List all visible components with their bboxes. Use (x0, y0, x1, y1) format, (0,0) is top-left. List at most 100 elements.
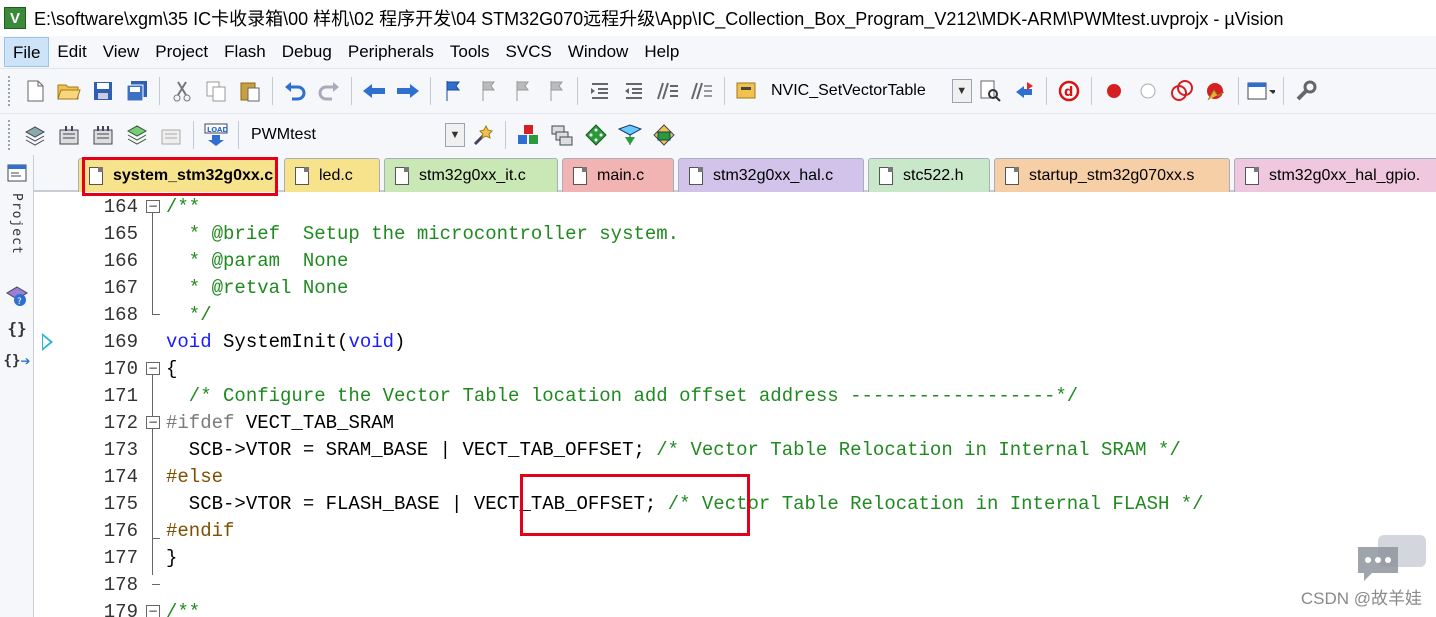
project-window-icon[interactable] (3, 159, 31, 187)
line-number: 167 (103, 277, 138, 299)
tab-stm32g0xx-hal-gpio[interactable]: stm32g0xx_hal_gpio. (1234, 158, 1436, 192)
menu-view[interactable]: View (95, 37, 148, 67)
file-icon (395, 166, 409, 185)
batch-build-icon[interactable] (123, 121, 151, 149)
save-all-icon[interactable] (123, 77, 151, 105)
indent-icon[interactable] (586, 77, 614, 105)
translate-icon[interactable] (21, 121, 49, 149)
menu-flash[interactable]: Flash (216, 37, 274, 67)
target-combo[interactable]: PWMtest ▼ (244, 121, 466, 149)
bookmark-prev-icon[interactable] (473, 77, 501, 105)
bookmark-next-icon[interactable] (507, 77, 535, 105)
select-packs-icon[interactable] (582, 121, 610, 149)
comment-icon[interactable] (654, 77, 682, 105)
debug-session-icon[interactable]: d (1055, 77, 1083, 105)
breakpoint-disable-all-icon[interactable] (1168, 77, 1196, 105)
code-line[interactable]: 177} (34, 545, 1436, 572)
build-icon[interactable] (55, 121, 83, 149)
nav-back-icon[interactable] (360, 77, 388, 105)
file-extensions-icon[interactable] (548, 121, 576, 149)
fold-toggle[interactable]: − (146, 200, 160, 213)
project-side-panel: Project ? {} {} ➔ (0, 155, 34, 617)
code-token: #ifdef (166, 412, 235, 434)
menu-project[interactable]: Project (147, 37, 216, 67)
menu-peripherals[interactable]: Peripherals (340, 37, 442, 67)
project-tab-label[interactable]: Project (9, 193, 24, 255)
code-line[interactable]: 171 /* Configure the Vector Table locati… (34, 383, 1436, 410)
tab-main-c[interactable]: main.c (562, 158, 674, 192)
menu-tools[interactable]: Tools (442, 37, 498, 67)
code-line[interactable]: 179 /** (34, 599, 1436, 617)
find-in-files-icon[interactable] (733, 77, 761, 105)
tab-stm32g0xx-it-c[interactable]: stm32g0xx_it.c (384, 158, 558, 192)
code-line[interactable]: 167 * @retval None (34, 275, 1436, 302)
undo-icon[interactable] (281, 77, 309, 105)
bookmark-set-icon[interactable] (439, 77, 467, 105)
save-icon[interactable] (89, 77, 117, 105)
breakpoint-insert-icon[interactable] (1100, 77, 1128, 105)
redo-icon[interactable] (315, 77, 343, 105)
code-line[interactable]: 166 * @param None (34, 248, 1436, 275)
templates-icon[interactable]: {} ➔ (3, 347, 31, 375)
nav-forward-icon[interactable] (394, 77, 422, 105)
fold-toggle[interactable]: − (146, 416, 160, 429)
code-line[interactable]: 170 { (34, 356, 1436, 383)
title-bar: V E:\software\xgm\35 IC卡收录箱\00 样机\02 程序开… (0, 0, 1436, 36)
event-recorder-icon[interactable] (650, 121, 678, 149)
menu-svcs[interactable]: SVCS (498, 37, 560, 67)
pack-installer-icon[interactable] (616, 121, 644, 149)
menu-edit[interactable]: Edit (49, 37, 94, 67)
functions-icon[interactable]: {} (3, 315, 31, 343)
code-line[interactable]: 173 SCB->VTOR = SRAM_BASE | VECT_TAB_OFF… (34, 437, 1436, 464)
code-line[interactable]: 178 (34, 572, 1436, 599)
new-file-icon[interactable] (21, 77, 49, 105)
breakpoint-disable-icon[interactable] (1134, 77, 1162, 105)
target-options-icon[interactable] (469, 121, 497, 149)
download-icon[interactable]: LOAD (202, 121, 230, 149)
chevron-down-icon[interactable]: ▼ (951, 79, 972, 103)
code-line[interactable]: 172 #ifdef VECT_TAB_SRAM (34, 410, 1436, 437)
code-line[interactable]: 164 /** (34, 194, 1436, 221)
menu-help[interactable]: Help (636, 37, 687, 67)
tab-stm32g0xx-hal-c[interactable]: stm32g0xx_hal.c (678, 158, 864, 192)
menu-window[interactable]: Window (560, 37, 636, 67)
code-text: #endif (166, 518, 234, 545)
chevron-down-icon[interactable]: ▼ (445, 122, 465, 147)
unindent-icon[interactable] (620, 77, 648, 105)
menu-debug[interactable]: Debug (274, 37, 340, 67)
function-combo[interactable]: NVIC_SetVectorTable ▼ (764, 77, 973, 105)
copy-icon[interactable] (202, 77, 230, 105)
menu-file[interactable]: File (4, 37, 50, 67)
code-text: { (166, 356, 177, 383)
toolbar-grip[interactable] (8, 76, 12, 106)
fold-toggle[interactable]: − (146, 605, 160, 617)
uncomment-icon[interactable] (688, 77, 716, 105)
cut-icon[interactable] (168, 77, 196, 105)
breakpoint-kill-all-icon[interactable] (1202, 77, 1230, 105)
code-editor[interactable]: 164 /** 165 * @brief Setup the microcontro… (34, 192, 1436, 617)
find-icon[interactable] (976, 77, 1004, 105)
rebuild-icon[interactable] (89, 121, 117, 149)
code-token: */ (166, 304, 212, 326)
code-token: * @retval None (166, 277, 349, 299)
manage-components-icon[interactable] (514, 121, 542, 149)
stop-build-icon[interactable] (157, 121, 185, 149)
csdn-watermark: CSDN @故羊娃 (1300, 589, 1422, 608)
tab-startup-stm32g070xx-s[interactable]: startup_stm32g070xx.s (994, 158, 1230, 192)
code-text: void SystemInit(void) (166, 329, 405, 356)
code-line[interactable]: 169 void SystemInit(void) (34, 329, 1436, 356)
menu-bar: File Edit View Project Flash Debug Perip… (0, 36, 1436, 68)
tab-led-c[interactable]: led.c (284, 158, 380, 192)
window-layout-icon[interactable] (1247, 77, 1275, 105)
books-icon[interactable]: ? (3, 283, 31, 311)
toolbar-grip[interactable] (8, 119, 12, 150)
code-line[interactable]: 165 * @brief Setup the microcontroller s… (34, 221, 1436, 248)
code-line[interactable]: 168 */ (34, 302, 1436, 329)
paste-icon[interactable] (236, 77, 264, 105)
incremental-find-icon[interactable] (1010, 77, 1038, 105)
configure-icon[interactable] (1292, 77, 1320, 105)
bookmark-clear-icon[interactable] (541, 77, 569, 105)
fold-toggle[interactable]: − (146, 362, 160, 375)
open-file-icon[interactable] (55, 77, 83, 105)
tab-stc522-h[interactable]: stc522.h (868, 158, 990, 192)
